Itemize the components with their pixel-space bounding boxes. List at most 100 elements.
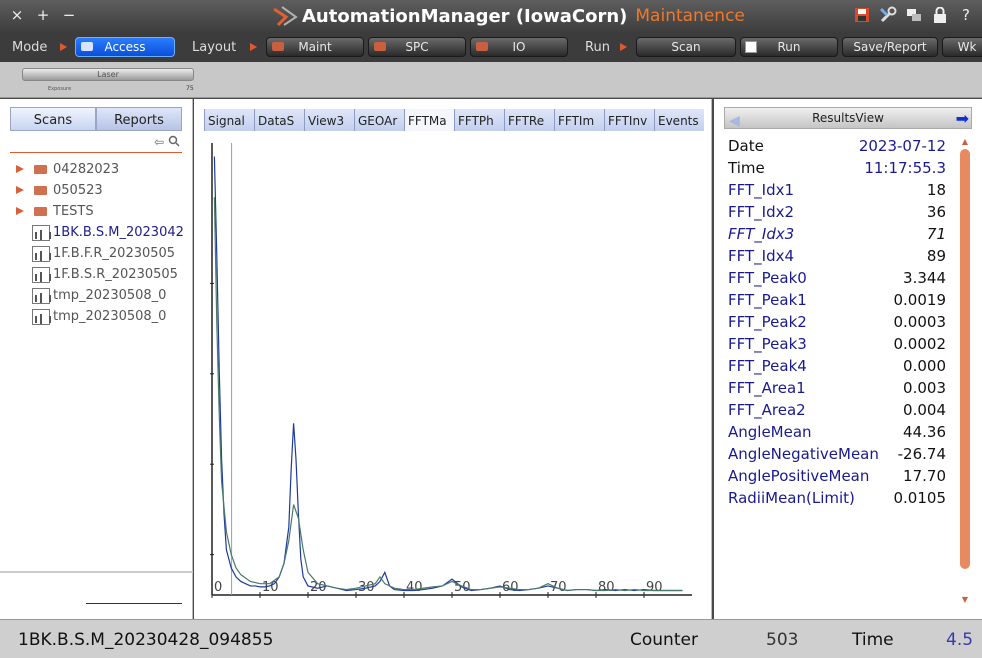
result-row: Time 11:17:55.3 bbox=[728, 157, 946, 179]
scan-file-icon bbox=[32, 246, 51, 262]
run-button[interactable]: Run bbox=[740, 37, 838, 57]
result-key: Date bbox=[728, 137, 764, 155]
scan-file-icon bbox=[32, 309, 51, 325]
results-scrollbar[interactable]: ▲ ▼ bbox=[958, 135, 972, 605]
expand-arrow-icon[interactable] bbox=[16, 165, 24, 173]
tree-file[interactable]: 1BK.B.S.M_20230428_094855 bbox=[12, 222, 184, 243]
result-value: 0.0105 bbox=[893, 489, 947, 507]
result-row: FFT_Idx1 18 bbox=[728, 179, 946, 201]
tree-search[interactable]: ⇦ bbox=[10, 133, 182, 153]
result-value: 11:17:55.3 bbox=[864, 159, 946, 177]
results-prev-icon[interactable]: ◀ bbox=[729, 111, 740, 131]
save-icon[interactable] bbox=[852, 5, 872, 25]
tree-file[interactable]: 1F.B.S.R_20230505 bbox=[12, 264, 184, 285]
access-button-label: Access bbox=[104, 40, 146, 54]
left-divider[interactable] bbox=[0, 571, 193, 573]
exposure-value: 75 bbox=[186, 85, 194, 92]
tree-file[interactable]: tmp_20230508_0 bbox=[12, 285, 184, 306]
tree-folder[interactable]: TESTS bbox=[12, 201, 184, 222]
app-logo-icon bbox=[273, 6, 298, 27]
scan-button[interactable]: Scan bbox=[636, 37, 736, 57]
result-row: FFT_Peak1 0.0019 bbox=[728, 289, 946, 311]
access-button[interactable]: Access bbox=[75, 37, 175, 57]
tab-fftinv[interactable]: FFTInv bbox=[604, 109, 654, 131]
tree-folder[interactable]: 050523 bbox=[12, 180, 184, 201]
result-key: FFT_Area1 bbox=[728, 379, 806, 397]
tools-icon[interactable] bbox=[878, 5, 898, 25]
results-table: Date 2023-07-12 Time 11:17:55.3 FFT_Idx1 18 FF… bbox=[728, 135, 946, 509]
result-row: FFT_Idx4 89 bbox=[728, 245, 946, 267]
back-icon[interactable]: ⇦ bbox=[154, 135, 164, 150]
scroll-up-icon[interactable]: ▲ bbox=[960, 137, 970, 146]
result-key: FFT_Idx1 bbox=[728, 181, 795, 199]
search-icon[interactable] bbox=[168, 135, 180, 150]
tab-datas[interactable]: DataS bbox=[254, 109, 304, 131]
tree-file[interactable]: 1F.B.F.R_20230505 bbox=[12, 243, 184, 264]
result-value: 44.36 bbox=[903, 423, 946, 441]
results-next-icon[interactable]: ➡ bbox=[956, 109, 969, 129]
result-key: FFT_Peak4 bbox=[728, 357, 807, 375]
tree-item-label: 1F.B.S.R_20230505 bbox=[53, 267, 178, 282]
tab-geoar[interactable]: GEOAr bbox=[354, 109, 404, 131]
run-button-label: Run bbox=[777, 40, 801, 54]
tab-reports[interactable]: Reports bbox=[96, 107, 182, 131]
result-row: RadiiMean(Limit) 0.0105 bbox=[728, 487, 946, 509]
folder-icon bbox=[34, 165, 47, 174]
status-bar: 1BK.B.S.M_20230428_094855 Counter 503 Ti… bbox=[0, 619, 982, 658]
close-icon[interactable]: × bbox=[8, 6, 26, 24]
expand-arrow-icon[interactable] bbox=[16, 186, 24, 194]
lock-icon[interactable] bbox=[930, 5, 950, 25]
layout-maint-button[interactable]: Maint bbox=[266, 37, 364, 57]
save-report-button[interactable]: Save/Report bbox=[842, 37, 938, 57]
tab-fftim[interactable]: FFTIm bbox=[554, 109, 604, 131]
expand-arrow-icon[interactable] bbox=[16, 207, 24, 215]
tab-view3[interactable]: View3 bbox=[304, 109, 354, 131]
layout-io-icon bbox=[476, 42, 488, 51]
wk-button[interactable]: Wk bbox=[942, 37, 982, 57]
tab-events[interactable]: Events bbox=[654, 109, 704, 131]
counter-label: Counter bbox=[630, 630, 698, 650]
tab-fftre[interactable]: FFTRe bbox=[504, 109, 554, 131]
layout-io-button[interactable]: IO bbox=[470, 37, 568, 57]
tab-fftph[interactable]: FFTPh bbox=[454, 109, 504, 131]
run-checkbox[interactable] bbox=[745, 41, 757, 53]
toolbar: Mode Access Layout Maint SPC IO Run Scan… bbox=[0, 32, 982, 62]
result-row: FFT_Idx2 36 bbox=[728, 201, 946, 223]
scroll-thumb[interactable] bbox=[960, 149, 970, 569]
tab-scans[interactable]: Scans bbox=[10, 107, 96, 131]
tree-item-label: 1F.B.F.R_20230505 bbox=[53, 246, 176, 261]
scan-file-icon bbox=[32, 288, 51, 304]
result-value: 0.0002 bbox=[893, 335, 947, 353]
scroll-down-icon[interactable]: ▼ bbox=[960, 595, 970, 604]
layout-arrow-icon bbox=[250, 43, 257, 51]
result-value: 18 bbox=[926, 181, 946, 199]
result-value: 0.000 bbox=[903, 357, 946, 375]
time-label: Time bbox=[852, 630, 894, 650]
layout-spc-label: SPC bbox=[405, 40, 429, 54]
tree-folder[interactable]: 04282023 bbox=[12, 159, 184, 180]
tab-signal[interactable]: Signal bbox=[204, 109, 254, 131]
result-key: FFT_Peak0 bbox=[728, 269, 807, 287]
layout-io-label: IO bbox=[512, 40, 526, 54]
fft-magnitude-chart[interactable]: 0 10 20 30 40 50 60 70 80 90 bbox=[194, 133, 712, 603]
tree-file[interactable]: tmp_20230508_0 bbox=[12, 306, 184, 327]
layout-maint-icon bbox=[272, 42, 284, 51]
minimize-icon[interactable]: − bbox=[60, 6, 78, 24]
add-icon[interactable]: + bbox=[34, 6, 52, 24]
title-bar: × + − AutomationManager (IowaCorn) Maint… bbox=[0, 0, 982, 32]
layout-spc-button[interactable]: SPC bbox=[368, 37, 466, 57]
result-key: AnglePositiveMean bbox=[728, 467, 870, 485]
laser-slider[interactable]: Laser bbox=[22, 68, 194, 81]
folder-icon bbox=[34, 186, 47, 195]
result-key: FFT_Peak1 bbox=[728, 291, 807, 309]
windows-icon[interactable] bbox=[904, 5, 924, 25]
results-view-header: ◀ ResultsView ➡ bbox=[724, 107, 972, 129]
tab-fftma[interactable]: FFTMa bbox=[404, 109, 454, 131]
result-key: FFT_Idx2 bbox=[728, 203, 795, 221]
result-value: 0.004 bbox=[903, 401, 946, 419]
result-row: FFT_Area2 0.004 bbox=[728, 399, 946, 421]
window-title: AutomationManager (IowaCorn) Maintanence bbox=[272, 3, 745, 29]
help-icon[interactable]: ? bbox=[956, 5, 976, 25]
folder-icon bbox=[34, 207, 47, 216]
result-key: FFT_Peak2 bbox=[728, 313, 807, 331]
